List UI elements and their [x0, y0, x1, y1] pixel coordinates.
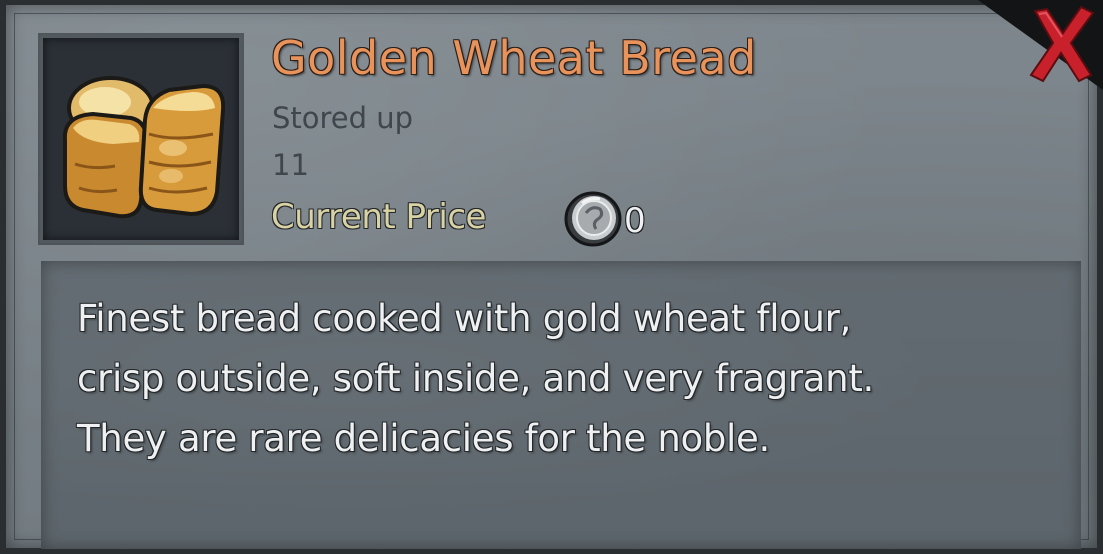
item-title: Golden Wheat Bread	[271, 31, 757, 85]
description-line: crisp outside, soft inside, and very fra…	[77, 357, 875, 400]
close-icon	[1029, 5, 1095, 83]
current-price-value: 0	[624, 201, 646, 241]
stored-label: Stored up	[272, 101, 414, 135]
silver-coin-icon	[562, 189, 624, 249]
description-line: Finest bread cooked with gold wheat flou…	[77, 297, 852, 340]
item-icon-frame	[40, 35, 242, 243]
item-description: Finest bread cooked with gold wheat flou…	[41, 261, 1081, 549]
item-info-panel: Golden Wheat Bread Stored up 11 Current …	[0, 0, 1103, 554]
description-line: They are rare delicacies for the noble.	[77, 417, 770, 460]
stored-quantity: 11	[272, 148, 309, 182]
current-price-label: Current Price	[271, 197, 486, 237]
bread-loaves-icon	[62, 76, 226, 219]
close-button[interactable]	[1025, 5, 1097, 83]
